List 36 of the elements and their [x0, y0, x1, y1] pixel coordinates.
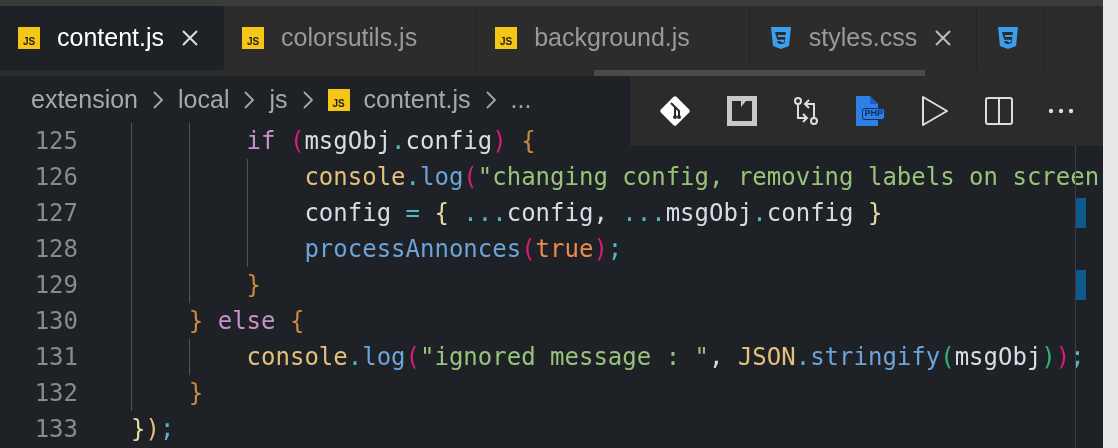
css-icon: [995, 26, 1020, 50]
js-icon: JS: [18, 27, 40, 49]
code-line: if (msgObj.config) {: [245, 127, 536, 155]
breadcrumb-item[interactable]: ...: [510, 80, 532, 119]
scrollbar-thumb[interactable]: [594, 70, 925, 76]
code-line: processAnnonces(true);: [303, 235, 623, 263]
code-line: });: [131, 415, 175, 443]
close-icon[interactable]: [934, 29, 953, 47]
breadcrumb-item[interactable]: local: [178, 80, 230, 119]
breadcrumb-item[interactable]: extension: [31, 80, 139, 119]
line-number: 132: [33, 378, 78, 409]
code-line: config = { ...config, ...msgObj.config }: [303, 199, 883, 227]
chevron-icon: [484, 89, 497, 110]
line-number: 131: [33, 342, 78, 373]
line-number: 130: [33, 306, 78, 337]
line-number: 125: [33, 126, 78, 157]
line-number: 133: [33, 414, 78, 445]
chevron-icon: [301, 89, 314, 110]
code-line: }: [245, 271, 262, 299]
line-number: 128: [33, 234, 78, 265]
js-icon: JS: [327, 88, 350, 111]
code-line: }: [187, 379, 204, 407]
js-icon: JS: [495, 27, 518, 49]
js-icon: JS: [242, 27, 264, 49]
breadcrumb-item[interactable]: content.js: [363, 80, 471, 119]
chevron-icon: [152, 89, 165, 110]
chevron-icon: [243, 89, 256, 110]
code-line: console.log("changing config, removing labels on screen: [303, 163, 1100, 191]
split-editor-icon[interactable]: [983, 96, 1014, 126]
line-number: 126: [33, 162, 78, 193]
code-line: } else {: [187, 307, 305, 335]
line-number: 129: [33, 270, 78, 301]
breadcrumb-item[interactable]: js: [269, 80, 288, 119]
tab[interactable]: JS content.js: [0, 6, 224, 70]
line-number: 127: [33, 198, 78, 229]
close-icon[interactable]: [181, 29, 199, 47]
